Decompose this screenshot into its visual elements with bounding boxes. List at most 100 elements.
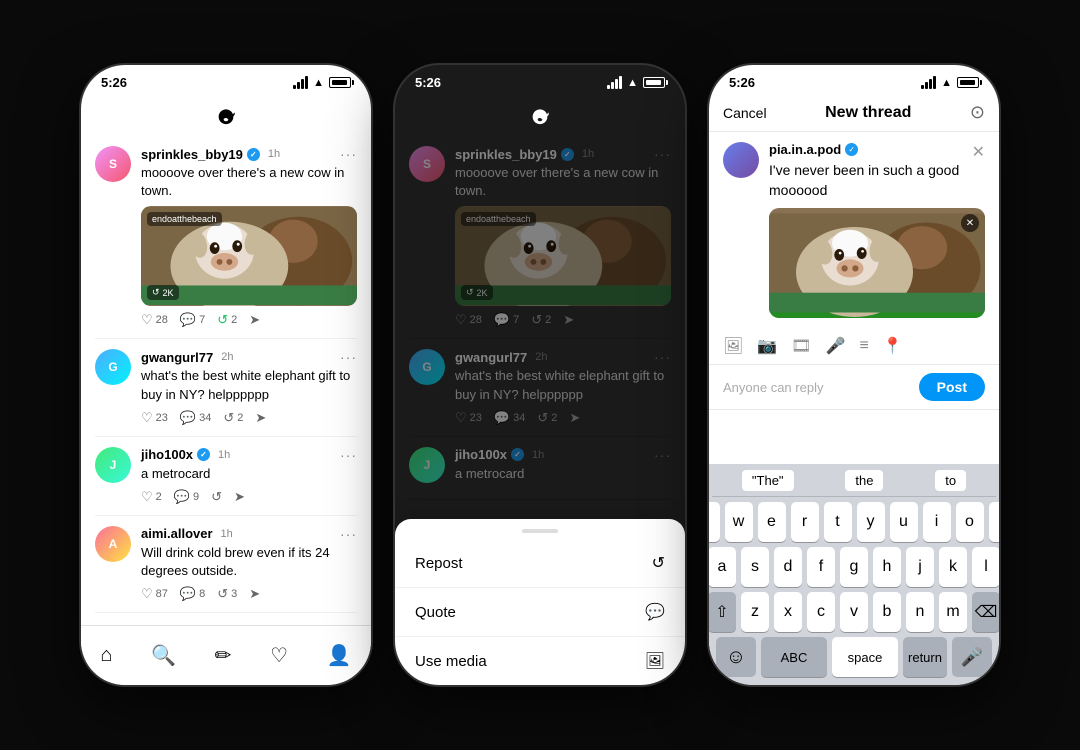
key-abc[interactable]: ABC bbox=[761, 637, 827, 677]
key-x[interactable]: x bbox=[774, 592, 802, 632]
dark-comment-1[interactable]: 💬7 bbox=[494, 312, 519, 328]
like-action-2[interactable]: ♡23 bbox=[141, 410, 168, 426]
compose-options-button[interactable]: ⊙ bbox=[970, 102, 985, 123]
key-i[interactable]: i bbox=[923, 502, 951, 542]
key-k[interactable]: k bbox=[939, 547, 967, 587]
dark-repost-1[interactable]: ↺2 bbox=[531, 312, 551, 328]
key-z[interactable]: z bbox=[741, 592, 769, 632]
key-d[interactable]: d bbox=[774, 547, 802, 587]
post-actions-4[interactable]: ♡87 💬8 ↺3 ➤ bbox=[141, 586, 357, 602]
dots-2[interactable]: ··· bbox=[340, 349, 357, 365]
dots-4[interactable]: ··· bbox=[340, 526, 357, 542]
gif-icon[interactable]: 🎞 bbox=[791, 336, 811, 356]
key-v[interactable]: v bbox=[840, 592, 868, 632]
suggestion-0[interactable]: "The" bbox=[742, 470, 794, 491]
dark-like-2[interactable]: ♡23 bbox=[455, 410, 482, 426]
dark-share-1[interactable]: ➤ bbox=[563, 312, 574, 328]
dark-repost-2[interactable]: ↺2 bbox=[537, 410, 557, 426]
cancel-button[interactable]: Cancel bbox=[723, 105, 767, 121]
like-action-3[interactable]: ♡2 bbox=[141, 489, 162, 505]
repost-action-4[interactable]: ↺3 bbox=[217, 586, 237, 602]
dots-1[interactable]: ··· bbox=[340, 146, 357, 162]
dark-comment-2[interactable]: 💬34 bbox=[494, 410, 525, 426]
compose-username: pia.in.a.pod bbox=[769, 142, 841, 157]
suggestion-1[interactable]: the bbox=[845, 470, 883, 491]
share-action-4[interactable]: ➤ bbox=[249, 586, 260, 602]
key-emoji[interactable]: ☺ bbox=[716, 637, 756, 677]
key-m[interactable]: m bbox=[939, 592, 967, 632]
comment-action-2[interactable]: 💬34 bbox=[180, 410, 211, 426]
key-y[interactable]: y bbox=[857, 502, 885, 542]
photo-icon[interactable]: 🖼 bbox=[723, 336, 743, 356]
key-return[interactable]: return bbox=[903, 637, 947, 677]
dark-dots-2[interactable]: ··· bbox=[654, 349, 671, 365]
list-icon[interactable]: ≡ bbox=[859, 337, 868, 355]
key-l[interactable]: l bbox=[972, 547, 999, 587]
like-action-4[interactable]: ♡87 bbox=[141, 586, 168, 602]
key-j[interactable]: j bbox=[906, 547, 934, 587]
time-1: 5:26 bbox=[101, 75, 127, 90]
key-w[interactable]: w bbox=[725, 502, 753, 542]
like-action-1[interactable]: ♡28 bbox=[141, 312, 168, 328]
camera-icon[interactable]: 📷 bbox=[757, 336, 777, 356]
key-delete[interactable]: ⌫ bbox=[972, 592, 999, 632]
dark-post-actions-1[interactable]: ♡28 💬7 ↺2 ➤ bbox=[455, 312, 671, 328]
mic-icon[interactable]: 🎤 bbox=[826, 336, 846, 356]
share-action-3[interactable]: ➤ bbox=[234, 489, 245, 505]
key-q[interactable]: q bbox=[709, 502, 720, 542]
key-u[interactable]: u bbox=[890, 502, 918, 542]
key-p[interactable]: p bbox=[989, 502, 1000, 542]
post-2: G gwangurl77 2h ··· what's the best whit… bbox=[95, 339, 357, 436]
dark-dots-1[interactable]: ··· bbox=[654, 146, 671, 162]
nav-home[interactable]: ⌂ bbox=[100, 644, 112, 667]
dark-share-2[interactable]: ➤ bbox=[569, 410, 580, 426]
share-action-2[interactable]: ➤ bbox=[255, 410, 266, 426]
post-button[interactable]: Post bbox=[919, 373, 985, 401]
key-e[interactable]: e bbox=[758, 502, 786, 542]
key-shift[interactable]: ⇧ bbox=[709, 592, 736, 632]
repost-option[interactable]: Repost ↺ bbox=[395, 539, 685, 588]
nav-heart[interactable]: ♡ bbox=[270, 643, 288, 668]
key-h[interactable]: h bbox=[873, 547, 901, 587]
dark-post-actions-2[interactable]: ♡23 💬34 ↺2 ➤ bbox=[455, 410, 671, 426]
key-a[interactable]: a bbox=[709, 547, 736, 587]
post-actions-3[interactable]: ♡2 💬9 ↺ ➤ bbox=[141, 489, 357, 505]
repost-action-2[interactable]: ↺2 bbox=[223, 410, 243, 426]
comment-action-3[interactable]: 💬9 bbox=[174, 489, 199, 505]
dark-like-1[interactable]: ♡28 bbox=[455, 312, 482, 328]
key-n[interactable]: n bbox=[906, 592, 934, 632]
avatar-3: J bbox=[95, 447, 131, 483]
threads-header-2 bbox=[395, 94, 685, 136]
nav-profile[interactable]: 👤 bbox=[327, 643, 352, 668]
post-actions-1[interactable]: ♡28 💬7 ↺2 ➤ bbox=[141, 312, 357, 328]
dots-3[interactable]: ··· bbox=[340, 447, 357, 463]
key-space[interactable]: space bbox=[832, 637, 898, 677]
nav-search[interactable]: 🔍 bbox=[151, 643, 176, 668]
share-action-1[interactable]: ➤ bbox=[249, 312, 260, 328]
key-s[interactable]: s bbox=[741, 547, 769, 587]
status-icons-3: ▲ bbox=[921, 76, 979, 89]
post-text-3: a metrocard bbox=[141, 465, 357, 483]
dark-post-2: G gwangurl77 2h ··· what's the best whit… bbox=[409, 339, 671, 436]
post-actions-2[interactable]: ♡23 💬34 ↺2 ➤ bbox=[141, 410, 357, 426]
compose-input-text[interactable]: I've never been in such a good moooood bbox=[769, 161, 985, 200]
location-icon[interactable]: 📍 bbox=[883, 336, 903, 356]
dark-dots-3[interactable]: ··· bbox=[654, 447, 671, 463]
comment-action-4[interactable]: 💬8 bbox=[180, 586, 205, 602]
use-media-option[interactable]: Use media 🖼 bbox=[395, 637, 685, 685]
key-o[interactable]: o bbox=[956, 502, 984, 542]
key-t[interactable]: t bbox=[824, 502, 852, 542]
key-c[interactable]: c bbox=[807, 592, 835, 632]
key-f[interactable]: f bbox=[807, 547, 835, 587]
key-g[interactable]: g bbox=[840, 547, 868, 587]
key-b[interactable]: b bbox=[873, 592, 901, 632]
compose-close-button[interactable]: ✕ bbox=[972, 142, 985, 162]
nav-compose[interactable]: ✏ bbox=[215, 643, 232, 668]
comment-action-1[interactable]: 💬7 bbox=[180, 312, 205, 328]
key-r[interactable]: r bbox=[791, 502, 819, 542]
repost-action-1[interactable]: ↺2 bbox=[217, 312, 237, 328]
key-mic[interactable]: 🎤 bbox=[952, 637, 992, 677]
repost-action-3[interactable]: ↺ bbox=[211, 489, 222, 505]
quote-option[interactable]: Quote 💬 bbox=[395, 588, 685, 637]
suggestion-2[interactable]: to bbox=[935, 470, 966, 491]
